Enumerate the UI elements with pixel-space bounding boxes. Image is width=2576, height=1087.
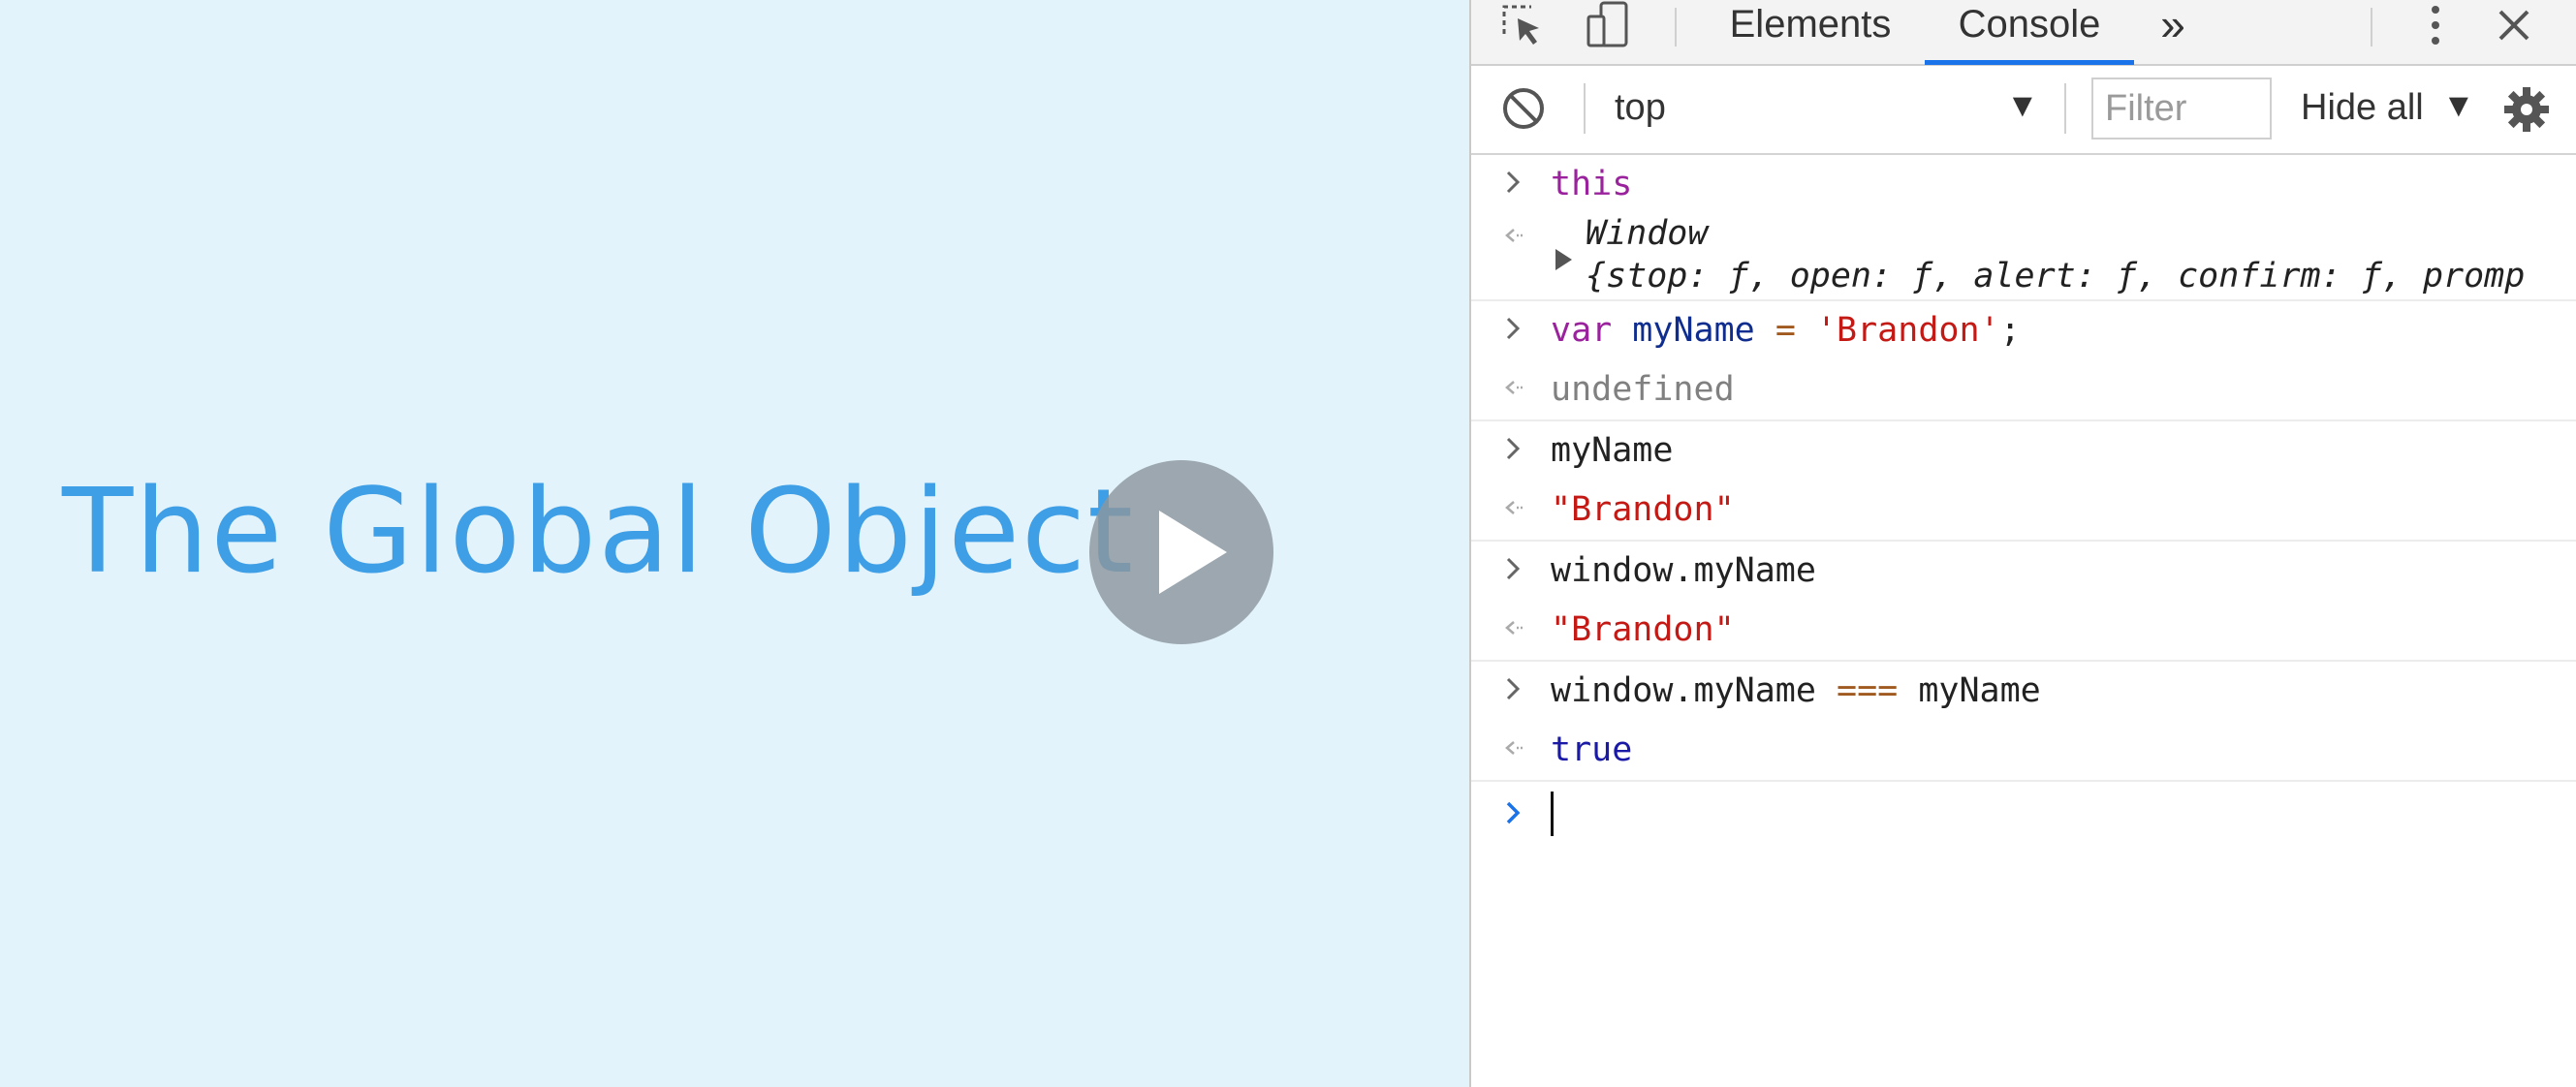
output-value: true bbox=[1551, 730, 1633, 769]
tab-console[interactable]: Console bbox=[1925, 0, 2134, 48]
input-code: var myName = 'Brandon'; bbox=[1551, 311, 2021, 350]
tab-elements[interactable]: Elements bbox=[1713, 0, 1907, 48]
expand-triangle-icon[interactable] bbox=[1553, 247, 1574, 272]
console-input-line: window.myName bbox=[1471, 542, 2576, 601]
input-chevron-icon bbox=[1506, 801, 1521, 824]
devtools-tabbar: Elements Console » bbox=[1471, 0, 2576, 66]
input-chevron-icon bbox=[1506, 557, 1521, 580]
video-slide: The Global Object bbox=[0, 0, 1469, 1087]
more-tabs-icon[interactable]: » bbox=[2148, 0, 2198, 49]
output-arrow-icon bbox=[1505, 621, 1523, 635]
output-object-name: Window bbox=[1586, 214, 1709, 253]
console-output-line: undefined bbox=[1471, 360, 2576, 419]
console-messages: this Window {stop: ƒ, open: ƒ, alert: ƒ,… bbox=[1471, 155, 2576, 850]
clear-console-icon[interactable] bbox=[1500, 85, 1547, 132]
input-chevron-icon bbox=[1506, 437, 1521, 460]
kebab-menu-icon[interactable] bbox=[2421, 0, 2450, 50]
dropdown-arrow-icon[interactable]: ▼ bbox=[2006, 87, 2039, 125]
output-arrow-icon bbox=[1505, 741, 1523, 755]
output-arrow-icon bbox=[1505, 381, 1523, 394]
close-icon[interactable] bbox=[2495, 0, 2533, 50]
output-arrow-icon bbox=[1505, 501, 1523, 514]
input-code: this bbox=[1551, 165, 1633, 203]
output-object-preview: {stop: ƒ, open: ƒ, alert: ƒ, confirm: ƒ,… bbox=[1586, 257, 2526, 295]
console-entry: window.myName "Brandon" bbox=[1471, 542, 2576, 662]
console-input-line: myName bbox=[1471, 421, 2576, 481]
input-code: window.myName === myName bbox=[1551, 671, 2041, 710]
console-output-line: "Brandon" bbox=[1471, 481, 2576, 540]
console-prompt[interactable] bbox=[1471, 782, 2576, 850]
console-input-line: window.myName === myName bbox=[1471, 662, 2576, 721]
console-output-line: true bbox=[1471, 721, 2576, 780]
console-output-line[interactable]: Window {stop: ƒ, open: ƒ, alert: ƒ, conf… bbox=[1471, 214, 2576, 299]
console-input-line: var myName = 'Brandon'; bbox=[1471, 301, 2576, 360]
settings-gear-icon[interactable] bbox=[2502, 85, 2551, 134]
toolbar-separator bbox=[2371, 8, 2372, 47]
input-code: window.myName bbox=[1551, 551, 1816, 590]
console-entry: var myName = 'Brandon'; undefined bbox=[1471, 301, 2576, 421]
play-button[interactable] bbox=[1089, 460, 1273, 644]
console-output-line: "Brandon" bbox=[1471, 601, 2576, 660]
toolbar-separator bbox=[1675, 8, 1677, 47]
input-chevron-icon bbox=[1506, 317, 1521, 340]
inspect-element-icon[interactable] bbox=[1500, 0, 1545, 50]
filter-input[interactable] bbox=[2091, 78, 2272, 140]
console-toolbar: top ▼ Hide all ▼ bbox=[1471, 66, 2576, 155]
dropdown-arrow-icon[interactable]: ▼ bbox=[2442, 87, 2475, 125]
devtools-panel: Elements Console » top ▼ Hide all ▼ bbox=[1469, 0, 2576, 1087]
output-arrow-icon bbox=[1505, 229, 1523, 242]
output-value: "Brandon" bbox=[1551, 610, 1735, 649]
console-input-line: this bbox=[1471, 155, 2576, 214]
console-entry: this Window {stop: ƒ, open: ƒ, alert: ƒ,… bbox=[1471, 155, 2576, 301]
toolbar-separator bbox=[1584, 83, 1586, 134]
play-icon bbox=[1159, 511, 1227, 594]
output-value: undefined bbox=[1551, 370, 1735, 409]
slide-title: The Global Object bbox=[62, 465, 1136, 600]
console-entry: myName "Brandon" bbox=[1471, 421, 2576, 542]
input-chevron-icon bbox=[1506, 677, 1521, 700]
input-chevron-icon bbox=[1506, 171, 1521, 194]
log-levels-dropdown[interactable]: Hide all bbox=[2301, 87, 2424, 129]
toolbar-separator bbox=[2064, 83, 2066, 134]
input-code: myName bbox=[1551, 431, 1674, 470]
text-cursor bbox=[1551, 792, 1554, 836]
active-tab-underline bbox=[1925, 60, 2134, 65]
console-entry: window.myName === myName true bbox=[1471, 662, 2576, 782]
context-selector[interactable]: top bbox=[1615, 87, 1666, 129]
device-toolbar-icon[interactable] bbox=[1586, 0, 1630, 50]
output-value: "Brandon" bbox=[1551, 490, 1735, 529]
